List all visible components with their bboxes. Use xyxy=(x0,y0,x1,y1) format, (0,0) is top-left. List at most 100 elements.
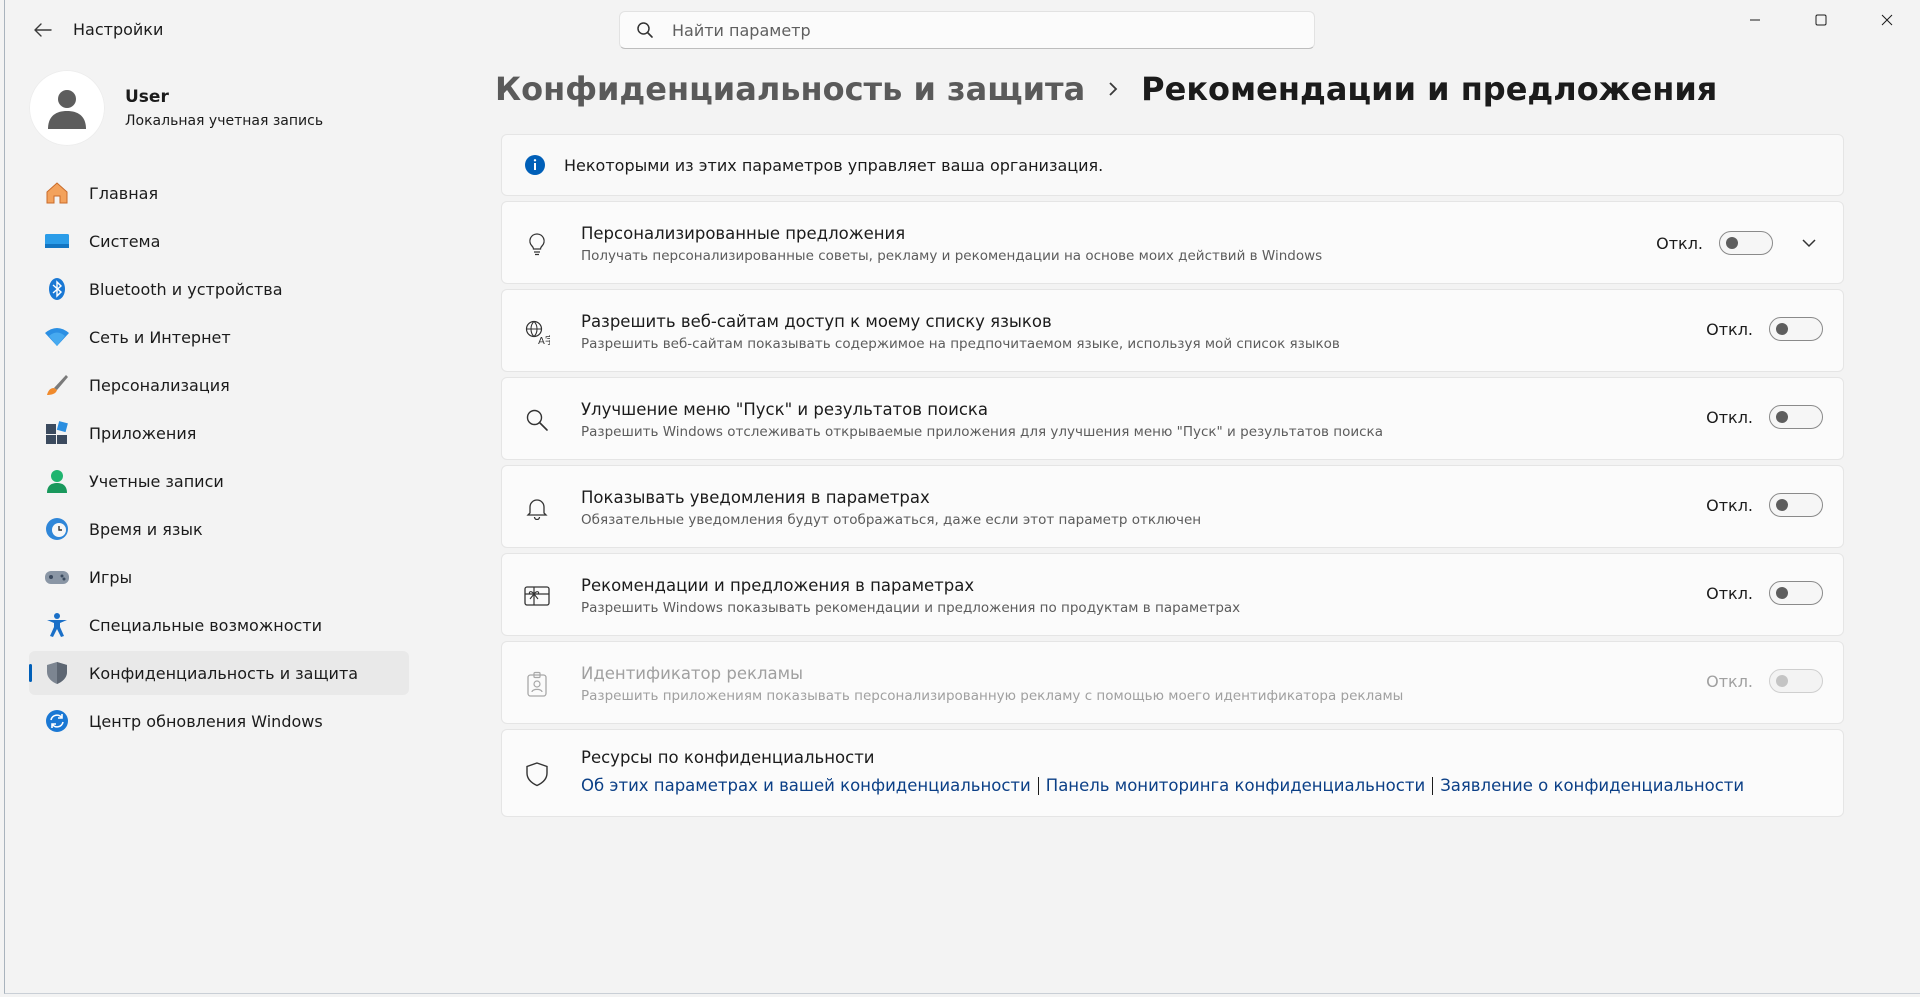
search-input[interactable] xyxy=(672,20,1272,40)
arrow-left-icon xyxy=(34,23,52,37)
brush-icon xyxy=(43,371,71,399)
sidebar-item-accounts[interactable]: Учетные записи xyxy=(29,459,409,503)
minimize-icon xyxy=(1750,19,1760,21)
setting-title: Персонализированные предложения xyxy=(581,224,906,243)
sidebar-item-apps[interactable]: Приложения xyxy=(29,411,409,455)
language-icon: A字 xyxy=(524,319,550,345)
wifi-icon xyxy=(43,323,71,351)
sidebar-item-time-language[interactable]: Время и язык xyxy=(29,507,409,551)
setting-description: Обязательные уведомления будут отображат… xyxy=(581,512,1202,528)
toggle-state-label: Откл. xyxy=(1706,319,1753,339)
setting-description: Получать персонализированные советы, рек… xyxy=(581,248,1323,264)
setting-title: Рекомендации и предложения в параметрах xyxy=(581,576,975,595)
setting-title: Показывать уведомления в параметрах xyxy=(581,488,930,507)
search-icon xyxy=(634,19,656,41)
user-account-block[interactable]: User Локальная учетная запись xyxy=(29,70,323,146)
about-privacy-settings-link[interactable]: Об этих параметрах и вашей конфиденциаль… xyxy=(581,776,1031,795)
user-avatar-icon xyxy=(48,90,86,129)
sidebar-item-label: Приложения xyxy=(89,423,197,443)
maximize-icon xyxy=(1815,14,1827,26)
setting-start-search-improvement[interactable]: Улучшение меню "Пуск" и результатов поис… xyxy=(501,377,1844,460)
sidebar-item-label: Главная xyxy=(89,183,159,203)
clock-globe-icon xyxy=(43,515,71,543)
setting-personalized-offers[interactable]: Персонализированные предложения Получать… xyxy=(501,201,1844,284)
chevron-down-icon[interactable] xyxy=(1795,229,1823,257)
bell-icon xyxy=(524,495,550,521)
page-title: Рекомендации и предложения xyxy=(1141,70,1718,108)
sidebar-item-home[interactable]: Главная xyxy=(29,171,409,215)
sidebar-item-personalization[interactable]: Персонализация xyxy=(29,363,409,407)
toggle-state-label: Откл. xyxy=(1706,407,1753,427)
setting-description: Разрешить Windows отслеживать открываемы… xyxy=(581,424,1383,440)
privacy-resources-card: Ресурсы по конфиденциальности Об этих па… xyxy=(501,729,1844,817)
gamepad-icon xyxy=(43,563,71,591)
sidebar-item-windows-update[interactable]: Центр обновления Windows xyxy=(29,699,409,743)
sidebar-item-label: Игры xyxy=(89,567,133,587)
setting-title: Идентификатор рекламы xyxy=(581,664,804,683)
title-bar: Настройки xyxy=(5,0,1920,60)
notifications-toggle[interactable] xyxy=(1769,493,1823,517)
chevron-right-icon xyxy=(1105,81,1121,97)
setting-title: Разрешить веб-сайтам доступ к моему спис… xyxy=(581,312,1052,331)
window-controls xyxy=(1722,0,1920,40)
update-icon xyxy=(43,707,71,735)
avatar xyxy=(29,70,105,146)
sidebar-item-label: Система xyxy=(89,231,161,251)
link-divider xyxy=(1037,776,1039,795)
setting-website-language-access[interactable]: A字 Разрешить веб-сайтам доступ к моему с… xyxy=(501,289,1844,372)
sidebar-item-accessibility[interactable]: Специальные возможности xyxy=(29,603,409,647)
sidebar-item-bluetooth[interactable]: Bluetooth и устройства xyxy=(29,267,409,311)
resources-title: Ресурсы по конфиденциальности xyxy=(581,748,875,767)
svg-text:A字: A字 xyxy=(538,334,550,345)
close-icon xyxy=(1881,14,1893,26)
start-search-toggle[interactable] xyxy=(1769,405,1823,429)
setting-recommendations-in-settings[interactable]: Рекомендации и предложения в параметрах … xyxy=(501,553,1844,636)
toggle-state-label: Откл. xyxy=(1706,495,1753,515)
setting-show-notifications[interactable]: Показывать уведомления в параметрах Обяз… xyxy=(501,465,1844,548)
setting-description: Разрешить приложениям показывать персона… xyxy=(581,688,1404,704)
website-language-toggle[interactable] xyxy=(1769,317,1823,341)
minimize-button[interactable] xyxy=(1722,0,1788,40)
accessibility-icon xyxy=(43,611,71,639)
sidebar-item-label: Специальные возможности xyxy=(89,615,323,635)
advertising-id-toggle xyxy=(1769,669,1823,693)
privacy-dashboard-link[interactable]: Панель мониторинга конфиденциальности xyxy=(1046,776,1425,795)
gift-card-icon xyxy=(524,583,550,609)
sidebar-item-system[interactable]: Система xyxy=(29,219,409,263)
setting-advertising-id: Идентификатор рекламы Разрешить приложен… xyxy=(501,641,1844,724)
maximize-button[interactable] xyxy=(1788,0,1854,40)
app-title: Настройки xyxy=(73,20,164,39)
person-icon xyxy=(43,467,71,495)
lightbulb-icon xyxy=(524,231,550,257)
settings-window: Настройки User xyxy=(4,0,1920,994)
info-banner-text: Некоторыми из этих параметров управляет … xyxy=(564,155,1104,175)
toggle-state-label: Откл. xyxy=(1656,233,1703,253)
settings-list: Некоторыми из этих параметров управляет … xyxy=(501,134,1844,822)
toggle-state-label: Откл. xyxy=(1706,583,1753,603)
sidebar-item-network[interactable]: Сеть и Интернет xyxy=(29,315,409,359)
sidebar-item-gaming[interactable]: Игры xyxy=(29,555,409,599)
link-divider xyxy=(1432,776,1434,795)
apps-icon xyxy=(43,419,71,447)
search-icon xyxy=(524,407,550,433)
breadcrumb-parent-link[interactable]: Конфиденциальность и защита xyxy=(495,70,1085,108)
sidebar-item-label: Конфиденциальность и защита xyxy=(89,663,359,683)
id-badge-icon xyxy=(524,671,550,697)
setting-title: Улучшение меню "Пуск" и результатов поис… xyxy=(581,400,988,419)
recommendations-toggle[interactable] xyxy=(1769,581,1823,605)
shield-icon xyxy=(43,659,71,687)
sidebar-item-privacy[interactable]: Конфиденциальность и защита xyxy=(29,651,409,695)
privacy-statement-link[interactable]: Заявление о конфиденциальности xyxy=(1440,776,1744,795)
setting-description: Разрешить веб-сайтам показывать содержим… xyxy=(581,336,1340,352)
info-icon xyxy=(525,155,545,175)
sidebar-item-label: Время и язык xyxy=(89,519,203,539)
search-box[interactable] xyxy=(619,11,1315,49)
bluetooth-icon xyxy=(43,275,71,303)
resources-links: Об этих параметрах и вашей конфиденциаль… xyxy=(581,776,1744,795)
personalized-offers-toggle[interactable] xyxy=(1719,231,1773,255)
back-button[interactable] xyxy=(23,12,63,48)
shield-outline-icon xyxy=(524,761,550,787)
sidebar-nav: Главная Система Bluetooth и устройства С… xyxy=(29,171,409,747)
user-name: User xyxy=(125,87,169,107)
close-button[interactable] xyxy=(1854,0,1920,40)
